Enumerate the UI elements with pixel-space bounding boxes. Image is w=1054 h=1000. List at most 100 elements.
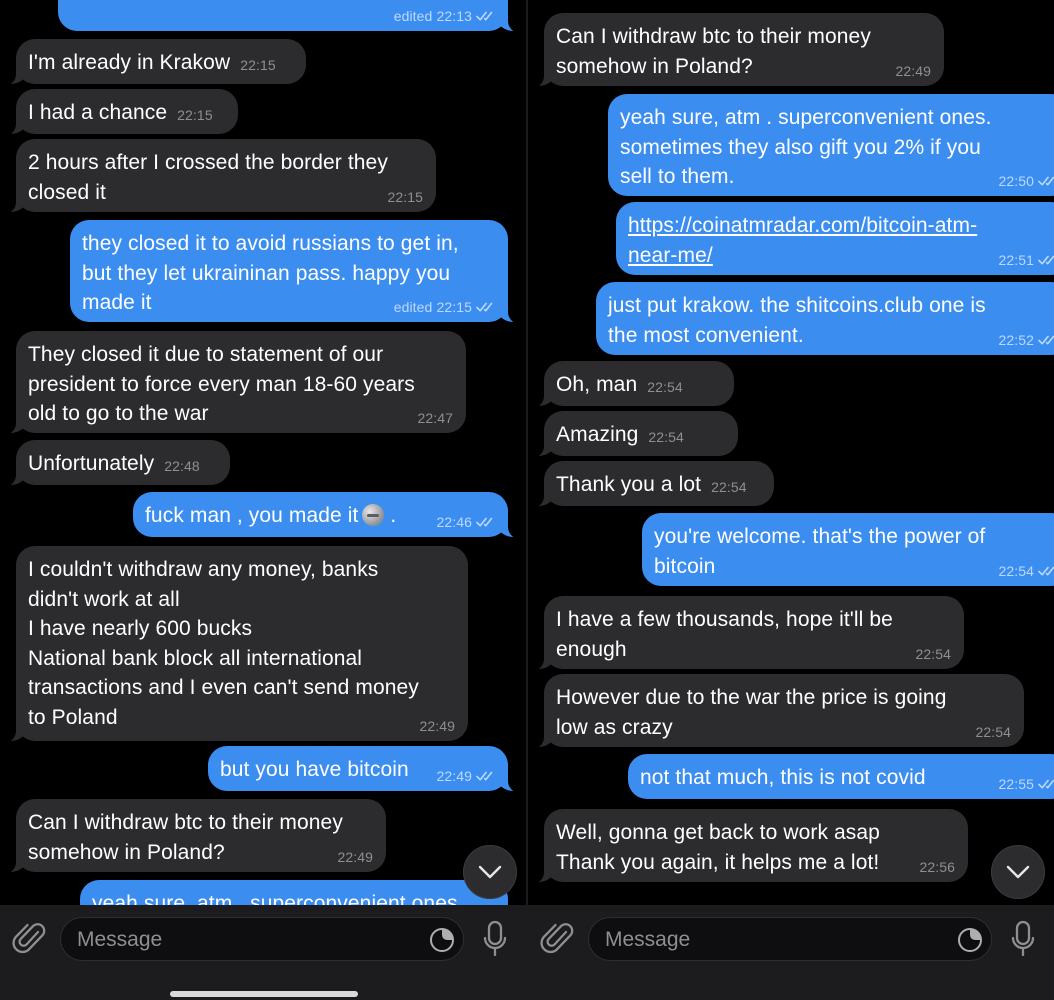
outgoing-message-bubble[interactable]: https://coinatmradar.com/bitcoin-atm-nea… — [616, 202, 1054, 275]
message-timestamp: 22:46 — [436, 514, 472, 530]
message-timestamp: 22:49 — [419, 718, 455, 734]
outgoing-message-bubble[interactable]: just put krakow. the shitcoins.club one … — [596, 282, 1054, 355]
message-text: just put krakow. the shitcoins.club one … — [608, 294, 986, 317]
message-timestamp: 22:49 — [436, 768, 472, 784]
message-text: Amazing 22:54 — [556, 423, 684, 446]
message-meta: 22:54 — [975, 724, 1011, 740]
chevron-down-icon — [1006, 865, 1030, 879]
message-field[interactable] — [60, 917, 464, 962]
incoming-message-bubble[interactable]: Amazing 22:54 — [528, 411, 738, 458]
outgoing-message-bubble[interactable]: edited 22:13 — [58, 0, 526, 33]
message-text: not that much, this is not covid — [640, 766, 926, 789]
message-text: didn't work at all — [28, 587, 180, 611]
message-text: Oh, man 22:54 — [556, 373, 683, 396]
message-link[interactable]: near-me/ — [628, 241, 1054, 271]
message-text: you're welcome. that's the power of — [654, 525, 986, 548]
incoming-message-bubble[interactable]: Unfortunately 22:48 — [0, 440, 230, 487]
message-meta: 22:54 — [998, 563, 1054, 579]
message-text: Well, gonna get back to work asap — [556, 821, 880, 844]
message-text: yeah sure, atm . superconvenient ones. — [620, 106, 992, 129]
message-meta: 22:46 — [436, 514, 496, 530]
message-meta: 22:15 — [387, 189, 423, 205]
incoming-message-bubble[interactable]: 2 hours after I crossed the border they c… — [0, 139, 436, 214]
double-check-icon — [1038, 566, 1054, 576]
outgoing-message-bubble[interactable]: not that much, this is not covid 22:55 — [628, 754, 1054, 799]
sticker-icon[interactable] — [429, 927, 455, 953]
incoming-message-bubble[interactable]: Well, gonna get back to work asap Thank y… — [528, 809, 968, 884]
outgoing-message-bubble[interactable]: they closed it to avoid russians to get … — [70, 220, 526, 324]
double-check-icon — [1038, 335, 1054, 345]
message-text: bitcoin — [654, 554, 716, 578]
incoming-message-bubble[interactable]: I have a few thousands, hope it'll be eno… — [528, 596, 964, 671]
message-input-bar — [0, 905, 526, 1000]
incoming-message-bubble[interactable]: I'm already in Krakow 22:15 — [0, 39, 306, 86]
double-check-icon — [476, 517, 493, 527]
scroll-to-bottom-button[interactable] — [991, 845, 1045, 899]
message-text: 2 hours after I crossed the border they — [28, 151, 388, 174]
microphone-icon[interactable] — [1010, 919, 1036, 959]
message-meta: 22:49 — [419, 718, 455, 734]
message-text: However due to the war the price is goin… — [556, 686, 947, 709]
scroll-to-bottom-button[interactable] — [463, 845, 517, 899]
message-meta: edited 22:13 — [394, 8, 496, 24]
message-text: old to go to the war — [28, 402, 209, 426]
message-meta: 22:47 — [417, 410, 453, 426]
message-text: sell to them. — [620, 165, 735, 189]
incoming-message-bubble[interactable]: Oh, man 22:54 — [528, 361, 734, 408]
message-timestamp: 22:55 — [998, 776, 1034, 792]
message-input[interactable] — [75, 918, 419, 962]
chevron-down-icon — [478, 865, 502, 879]
double-check-icon — [476, 771, 493, 781]
message-meta: 22:49 — [337, 849, 373, 865]
microphone-icon[interactable] — [482, 919, 508, 959]
message-text: sometimes they also gift you 2% if you — [620, 135, 981, 159]
paperclip-icon[interactable] — [540, 919, 574, 957]
incoming-message-bubble[interactable]: However due to the war the price is goin… — [528, 674, 1024, 749]
message-timestamp: 22:52 — [998, 332, 1034, 348]
message-timestamp: 22:54 — [998, 563, 1034, 579]
message-text: transactions and I even can't send money — [28, 676, 419, 700]
message-meta: 22:49 — [436, 768, 496, 784]
message-text: Can I withdraw btc to their money — [28, 811, 343, 834]
incoming-message-bubble[interactable]: I had a chance 22:15 — [0, 89, 238, 136]
incoming-message-bubble[interactable]: They closed it due to statement of our pr… — [0, 331, 466, 435]
message-meta: 22:52 — [998, 332, 1054, 348]
incoming-message-bubble[interactable]: Thank you a lot 22:54 — [528, 461, 774, 508]
double-check-icon — [1038, 779, 1054, 789]
message-timestamp: 22:50 — [998, 173, 1034, 189]
message-text: I have nearly 600 bucks — [28, 617, 253, 641]
outgoing-message-bubble[interactable]: you're welcome. that's the power of bitco… — [642, 513, 1054, 586]
incoming-message-bubble[interactable]: I couldn't withdraw any money, banks didn… — [0, 546, 468, 743]
message-timestamp: 22:47 — [417, 410, 453, 426]
sticker-icon[interactable] — [957, 927, 983, 953]
message-text: Unfortunately 22:48 — [28, 452, 200, 475]
paperclip-icon[interactable] — [12, 919, 46, 957]
message-timestamp: 22:51 — [998, 252, 1034, 268]
outgoing-message-bubble[interactable]: yeah sure, atm . superconvenient ones. so… — [608, 94, 1054, 196]
outgoing-message-bubble[interactable]: fuck man , you made it . 22:46 — [133, 492, 526, 539]
message-text: they closed it to avoid russians to get … — [82, 232, 459, 255]
message-text: I have a few thousands, hope it'll be — [556, 608, 893, 631]
message-text: low as crazy — [556, 715, 673, 739]
message-text: somehow in Poland? — [28, 840, 225, 864]
message-link[interactable]: https://coinatmradar.com/bitcoin-atm- — [628, 211, 1054, 241]
double-check-icon — [476, 11, 493, 21]
message-timestamp: 22:54 — [647, 379, 683, 395]
chat-pane-left[interactable]: edited 22:13 I'm already in Krakow 22:15 I h… — [0, 0, 526, 1000]
message-text: I couldn't withdraw any money, banks — [28, 558, 379, 581]
incoming-message-bubble[interactable]: Can I withdraw btc to their money somehow… — [0, 799, 386, 874]
double-check-icon — [476, 302, 493, 312]
incoming-message-bubble[interactable]: Can I withdraw btc to their money somehow… — [528, 13, 944, 88]
grimace-emoji-icon — [362, 504, 385, 526]
message-text: Thank you a lot 22:54 — [556, 473, 747, 496]
outgoing-message-bubble[interactable]: but you have bitcoin 22:49 — [208, 746, 526, 793]
message-meta: 22:49 — [895, 63, 931, 79]
chat-pane-right[interactable]: Can I withdraw btc to their money somehow… — [528, 0, 1054, 1000]
message-meta: 22:54 — [915, 646, 951, 662]
message-timestamp: 22:13 — [436, 8, 472, 24]
message-input-bar — [528, 905, 1054, 1000]
message-input[interactable] — [603, 918, 947, 962]
message-meta: 22:51 — [998, 252, 1054, 268]
message-timestamp: 22:49 — [337, 849, 373, 865]
message-field[interactable] — [588, 917, 992, 962]
